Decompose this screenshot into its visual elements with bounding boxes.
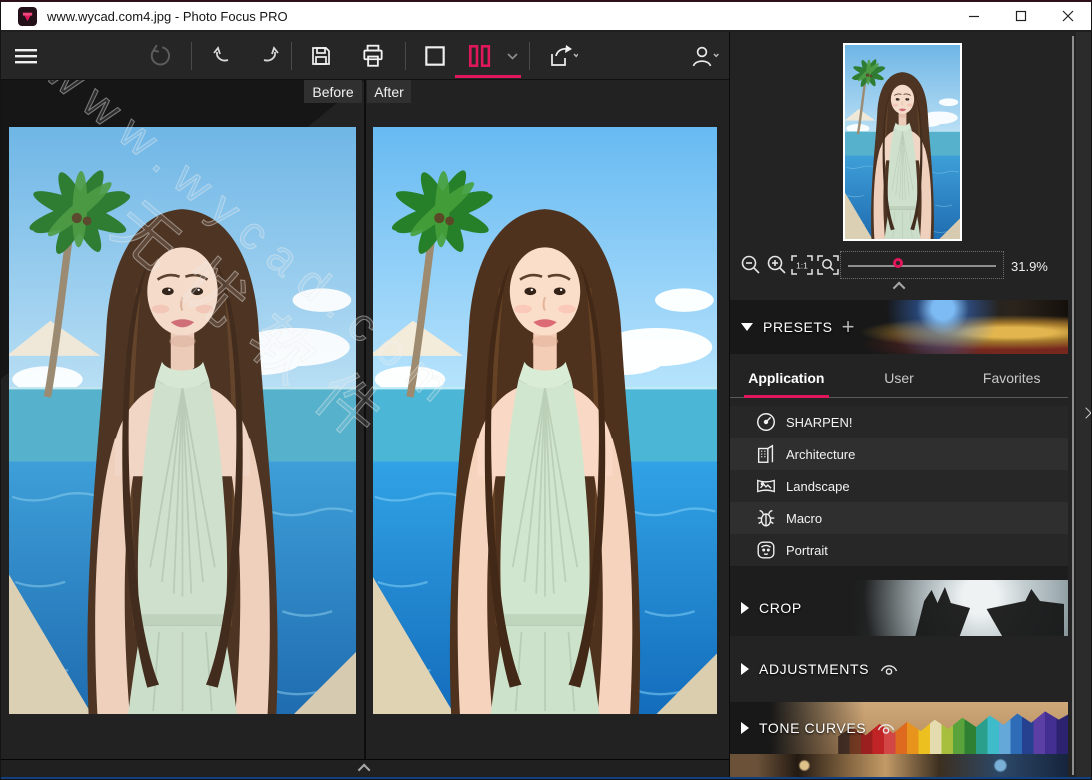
zoom-percent-label: 31.9%	[1011, 259, 1048, 274]
collapsed-triangle-icon	[741, 663, 749, 675]
menu-icon[interactable]	[9, 32, 43, 80]
preset-list: SHARPEN! Architecture Landscape	[730, 406, 1068, 566]
toolbar-separator	[529, 42, 530, 70]
fit-screen-icon[interactable]	[815, 252, 840, 278]
panel-gap	[730, 566, 1068, 580]
app-logo-icon	[18, 7, 37, 26]
zoom-slider-knob[interactable]	[893, 258, 903, 268]
chevron-right-icon	[1080, 407, 1091, 418]
after-photo	[373, 127, 717, 714]
share-icon[interactable]	[539, 32, 587, 80]
preview-eye-icon[interactable]	[876, 721, 896, 735]
tone-curves-art-pencils	[838, 702, 1068, 754]
save-icon[interactable]	[303, 32, 339, 80]
presets-tabs: Application User Favorites	[730, 358, 1068, 398]
presets-title: PRESETS	[763, 319, 833, 335]
tab-favorites-label: Favorites	[983, 370, 1041, 386]
chevron-up-icon	[892, 281, 905, 294]
toolbar-separator	[405, 42, 406, 70]
account-icon[interactable]	[683, 32, 727, 80]
undo-icon[interactable]	[205, 32, 239, 80]
right-sidebar: 1:1 31.9% PRESETS + Application Use	[729, 32, 1092, 777]
after-image-pane[interactable]	[373, 127, 717, 714]
panel-header-adjustments[interactable]: ADJUSTMENTS	[730, 640, 1068, 698]
crop-art-hand	[902, 586, 976, 636]
crop-art-hand	[978, 586, 1064, 636]
navigator-thumbnail[interactable]	[843, 43, 962, 241]
zoom-in-icon[interactable]	[764, 252, 789, 278]
preset-item-landscape[interactable]: Landscape	[730, 470, 1068, 502]
window-title: www.wycad.com4.jpg - Photo Focus PRO	[47, 9, 288, 24]
toolbar-separator	[291, 42, 292, 70]
minimize-button[interactable]	[950, 2, 997, 30]
panel-header-crop[interactable]: CROP	[730, 580, 1068, 636]
ratio-label: 1:1	[796, 261, 808, 271]
reset-icon[interactable]	[143, 32, 177, 80]
preset-label: Macro	[786, 511, 822, 526]
pane-divider[interactable]	[364, 80, 366, 759]
before-image-pane[interactable]	[9, 127, 356, 714]
preview-eye-icon[interactable]	[879, 662, 899, 676]
face-icon	[755, 539, 777, 561]
add-preset-button[interactable]: +	[842, 320, 855, 334]
split-view-icon[interactable]	[459, 32, 501, 80]
filmstrip-collapse-bar[interactable]	[1, 759, 729, 777]
preset-label: Portrait	[786, 543, 828, 558]
zoom-slider[interactable]	[840, 251, 1004, 279]
before-tab-label: Before	[312, 84, 353, 100]
panorama-icon	[755, 475, 777, 497]
redo-icon[interactable]	[253, 32, 287, 80]
collapsed-triangle-icon	[741, 602, 749, 614]
single-view-icon[interactable]	[415, 32, 455, 80]
active-view-underline	[455, 75, 521, 78]
navigator-collapse-chevron[interactable]	[880, 279, 920, 293]
app-window: www.wycad.com4.jpg - Photo Focus PRO	[0, 0, 1092, 780]
preset-item-portrait[interactable]: Portrait	[730, 534, 1068, 566]
after-tab-label: After	[374, 84, 404, 100]
zoom-out-icon[interactable]	[738, 252, 763, 278]
close-button[interactable]	[1044, 2, 1091, 30]
bug-icon	[755, 507, 777, 529]
tab-user[interactable]: User	[843, 358, 956, 397]
tab-application-label: Application	[748, 370, 824, 386]
preset-item-architecture[interactable]: Architecture	[730, 438, 1068, 470]
view-mode-chevron-down-icon[interactable]	[501, 32, 523, 80]
tab-favorites[interactable]: Favorites	[955, 358, 1068, 397]
panel-header-presets[interactable]: PRESETS +	[730, 300, 1068, 354]
preset-label: Architecture	[786, 447, 855, 462]
expand-triangle-icon	[741, 323, 753, 331]
thumbnail-photo	[845, 45, 960, 239]
tab-before[interactable]: Before	[304, 80, 362, 103]
preset-label: Landscape	[786, 479, 850, 494]
titlebar: www.wycad.com4.jpg - Photo Focus PRO	[1, 2, 1091, 30]
preset-label: SHARPEN!	[786, 415, 852, 430]
sidebar-scrollbar[interactable]	[1072, 36, 1074, 775]
adjustments-title: ADJUSTMENTS	[759, 661, 869, 677]
toolbar-separator	[191, 42, 192, 70]
preset-item-macro[interactable]: Macro	[730, 502, 1068, 534]
print-icon[interactable]	[353, 32, 393, 80]
before-photo	[9, 127, 356, 714]
crop-title: CROP	[759, 600, 802, 616]
tab-user-label: User	[884, 370, 914, 386]
window-controls	[950, 2, 1091, 30]
actual-size-icon[interactable]: 1:1	[789, 252, 814, 278]
editor-canvas: Before After www.wycad.com 无忧软件	[1, 80, 729, 759]
chevron-up-icon	[357, 764, 370, 777]
zoom-slider-track[interactable]	[848, 265, 996, 267]
tab-after[interactable]: After	[367, 80, 411, 103]
next-panel-art[interactable]	[730, 754, 1068, 777]
sidebar-collapse-chevron[interactable]	[1079, 404, 1092, 422]
preset-item-sharpen[interactable]: SHARPEN!	[730, 406, 1068, 438]
tab-application[interactable]: Application	[730, 358, 843, 397]
gauge-icon	[755, 411, 777, 433]
tone-curves-title: TONE CURVES	[759, 720, 866, 736]
building-icon	[755, 443, 777, 465]
collapsed-triangle-icon	[741, 722, 749, 734]
toolbar	[1, 32, 729, 80]
maximize-button[interactable]	[997, 2, 1044, 30]
panel-header-tone-curves[interactable]: TONE CURVES	[730, 702, 1068, 754]
